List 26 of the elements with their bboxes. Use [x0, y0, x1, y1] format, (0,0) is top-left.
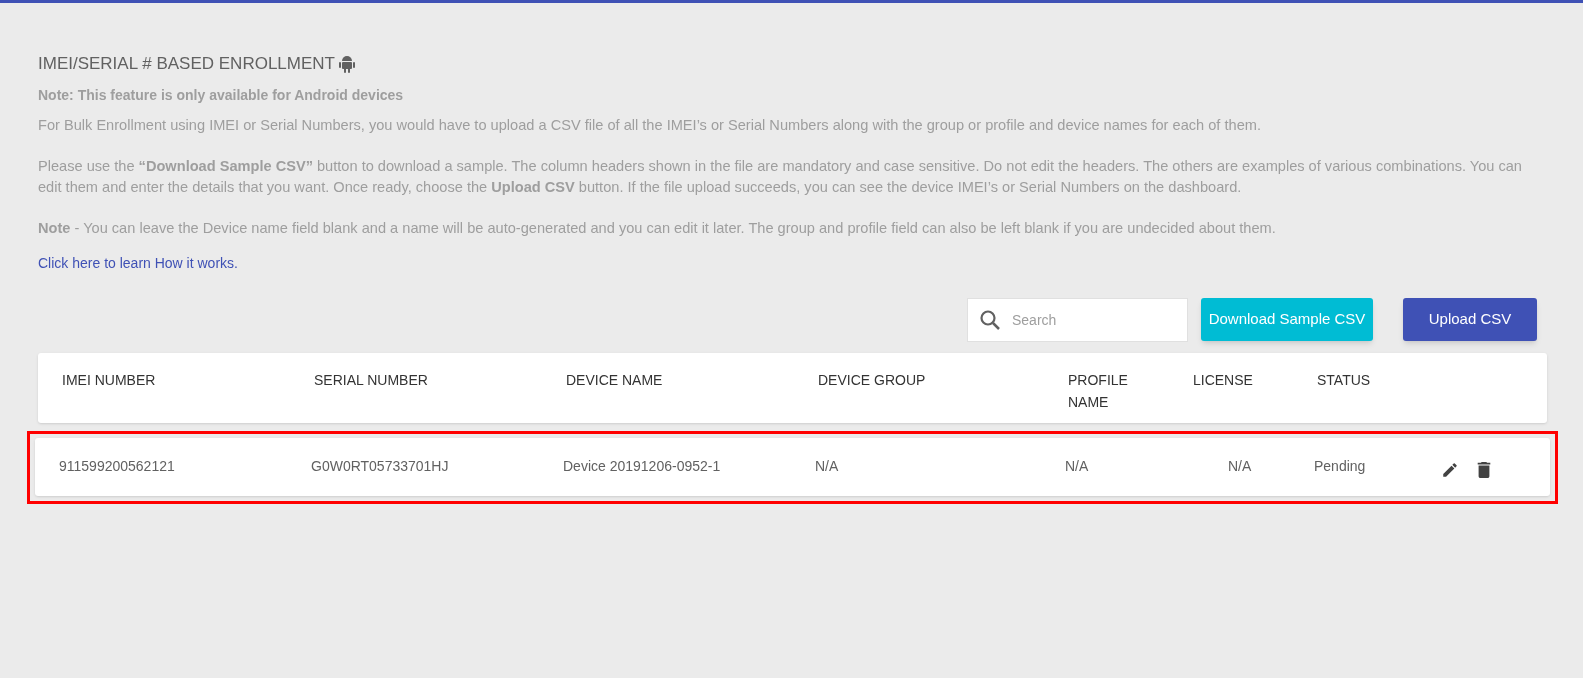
learn-link[interactable]: Click here to learn How it works.	[38, 252, 238, 274]
table-cell-text: N/A	[1227, 457, 1253, 476]
android-icon	[338, 54, 355, 73]
info-paragraph: Please use the “Download Sample CSV” button to download a sample. The column headers shown in the file are mandatory and case sensitive. Do not edit the headers. The others are examples of various combinations. You can edit them and enter the details that you want. Once ready, choose the Upload CSV button. If the file upload succeeds, you can see the device IMEI’s or Serial Numbers on the dashboard.	[38, 156, 1523, 197]
search-icon	[979, 308, 1001, 331]
search-field[interactable]: Search	[967, 297, 1188, 342]
table-cell-text: Device 20191206-0952-1	[563, 457, 722, 476]
edit-icon[interactable]	[1441, 460, 1459, 479]
column-header: DEVICE GROUP	[818, 370, 927, 390]
table-cell-text: Pending	[1314, 457, 1367, 476]
delete-icon[interactable]	[1476, 460, 1492, 479]
column-header: STATUS	[1317, 370, 1372, 390]
table-cell-text: N/A	[815, 457, 840, 476]
column-header: IMEI NUMBER	[62, 370, 157, 390]
info-paragraph: Note - You can leave the Device name field blank and a name will be auto-generated and you can edit it later. The group and profile field can also be left blank if you are undecided about them.	[38, 218, 1277, 238]
column-header: DEVICE NAME	[566, 370, 664, 390]
table-cell-text: N/A	[1065, 457, 1090, 476]
column-header: LICENSE	[1193, 370, 1254, 390]
upload-button[interactable]: Upload CSV	[1403, 298, 1537, 341]
column-header: SERIAL NUMBER	[314, 370, 429, 390]
table-cell-text: G0W0RT05733701HJ	[311, 457, 450, 476]
note-text: Note: This feature is only available for Android devices	[38, 85, 405, 105]
column-header: PROFILE NAME	[1068, 370, 1129, 412]
info-paragraph: For Bulk Enrollment using IMEI or Serial Numbers, you would have to upload a CSV file of all the IMEI’s or Serial Numbers along with the group or profile and device names for each of them.	[38, 115, 1262, 135]
table-cell-text: 911599200562121	[59, 457, 176, 476]
page-title: IMEI/SERIAL # BASED ENROLLMENT	[38, 53, 335, 75]
